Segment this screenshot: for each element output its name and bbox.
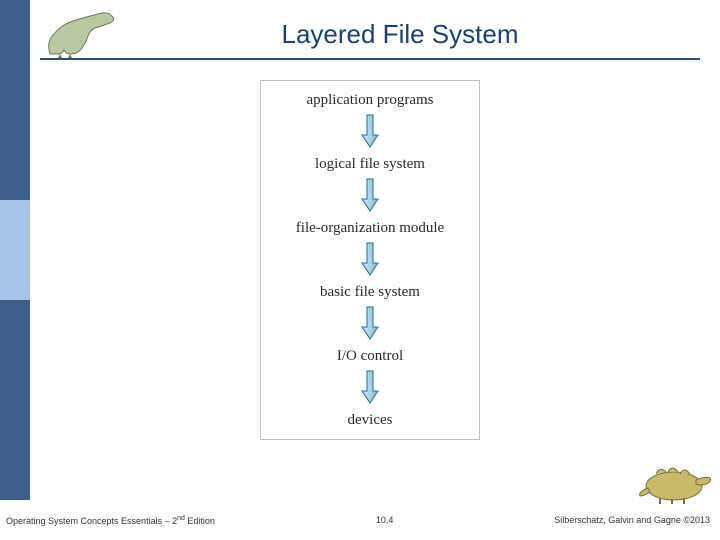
- dinosaur-logo-icon: [40, 8, 125, 60]
- layered-fs-diagram: application programs logical file system f…: [260, 80, 480, 440]
- layer-label: I/O control: [337, 348, 403, 365]
- layer-label: file-organization module: [296, 220, 444, 237]
- layer-label: devices: [348, 412, 393, 429]
- down-arrow-icon: [361, 177, 379, 213]
- slide-title: Layered File System: [40, 19, 700, 50]
- sidebar-accent: [0, 0, 30, 500]
- footer-left-suffix: Edition: [185, 516, 215, 526]
- footer-left-prefix: Operating System Concepts Essentials – 2: [6, 516, 177, 526]
- slide-body: application programs logical file system f…: [40, 70, 700, 490]
- layer-label: basic file system: [320, 284, 420, 301]
- footer-left-sup: nd: [177, 515, 185, 522]
- footer-left: Operating System Concepts Essentials – 2…: [6, 515, 215, 526]
- sidebar-seg-dark: [0, 0, 30, 200]
- layer-label: logical file system: [315, 156, 425, 173]
- layer-label: application programs: [306, 92, 433, 109]
- slide-header: Layered File System: [40, 10, 700, 60]
- down-arrow-icon: [361, 305, 379, 341]
- down-arrow-icon: [361, 113, 379, 149]
- slide-footer: Operating System Concepts Essentials – 2…: [0, 500, 720, 540]
- footer-right: Silberschatz, Galvin and Gagne ©2013: [554, 515, 710, 525]
- sidebar-seg-light: [0, 200, 30, 300]
- down-arrow-icon: [361, 369, 379, 405]
- sidebar-seg-dark-2: [0, 300, 30, 500]
- down-arrow-icon: [361, 241, 379, 277]
- page-number: 10.4: [376, 515, 394, 525]
- dinosaur-footer-icon: [636, 456, 714, 504]
